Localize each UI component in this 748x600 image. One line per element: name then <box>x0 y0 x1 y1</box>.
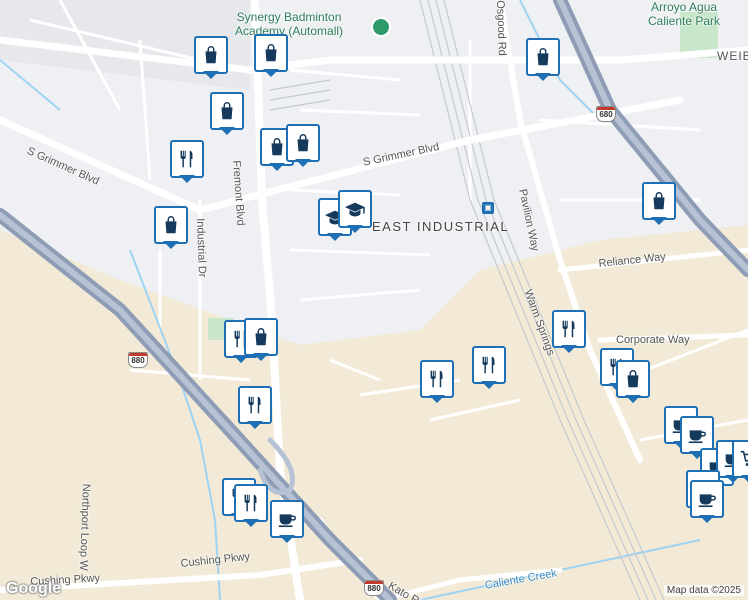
shopping-bag-icon <box>210 92 244 130</box>
marker-pointer <box>429 395 445 403</box>
shopping-bag-icon <box>194 36 228 74</box>
map-attribution: Map data ©2025 <box>663 585 744 596</box>
marker-pointer <box>269 163 285 171</box>
map-marker-shopping-bag[interactable] <box>244 318 278 361</box>
map-marker-restaurant[interactable] <box>472 346 506 389</box>
map-marker-graduation-cap[interactable] <box>338 190 372 233</box>
poi-name-line2: Academy (Automall) <box>235 24 344 38</box>
map-marker-shopping-bag[interactable] <box>286 124 320 167</box>
train-station-icon[interactable]: ▣ <box>482 202 494 214</box>
marker-pointer <box>253 353 269 361</box>
marker-pointer <box>699 515 715 523</box>
marker-pointer <box>219 127 235 135</box>
shield-number: 880 <box>131 356 145 365</box>
coffee-icon <box>690 480 724 518</box>
restaurant-icon <box>472 346 506 384</box>
poi-label-synergy[interactable]: Synergy Badminton Academy (Automall) <box>235 10 343 38</box>
map-canvas[interactable]: S Grimmer Blvd S Grimmer Blvd Fremont Bl… <box>0 0 748 600</box>
map-marker-shopping-bag[interactable] <box>616 360 650 403</box>
marker-pointer <box>295 159 311 167</box>
map-marker-restaurant[interactable] <box>238 386 272 429</box>
marker-pointer <box>179 175 195 183</box>
road-label-weibel: WEIB <box>717 49 748 63</box>
shopping-bag-icon <box>154 206 188 244</box>
park-name-line2: Caliente Park <box>648 14 721 28</box>
marker-pointer <box>327 233 343 241</box>
map-marker-shopping-bag[interactable] <box>154 206 188 249</box>
marker-pointer <box>279 535 295 543</box>
marker-pointer <box>263 69 279 77</box>
road-label-corporate: Corporate Way <box>616 334 690 346</box>
shopping-bag-icon <box>526 38 560 76</box>
shield-number: 880 <box>367 584 381 593</box>
map-marker-shopping-bag[interactable] <box>254 34 288 77</box>
marker-pointer <box>481 381 497 389</box>
map-marker-shopping-cart[interactable] <box>732 440 748 483</box>
shopping-bag-icon <box>254 34 288 72</box>
map-marker-shopping-bag[interactable] <box>642 182 676 225</box>
highway-shield-680: 680 <box>596 106 616 122</box>
map-marker-shopping-bag[interactable] <box>210 92 244 135</box>
marker-pointer <box>561 345 577 353</box>
marker-pointer <box>741 475 748 483</box>
restaurant-icon <box>552 310 586 348</box>
road-label-industrial: Industrial Dr <box>194 218 209 278</box>
map-base-layer <box>0 0 748 600</box>
restaurant-icon <box>170 140 204 178</box>
google-logo: Google <box>6 580 62 597</box>
map-marker-restaurant[interactable] <box>552 310 586 353</box>
highway-shield-880-a: 880 <box>128 352 148 368</box>
poi-name-line1: Synergy Badminton <box>236 10 342 24</box>
road-label-osgood: Osgood Rd <box>494 0 508 57</box>
restaurant-icon <box>234 484 268 522</box>
map-marker-shopping-bag[interactable] <box>194 36 228 79</box>
map-marker-shopping-bag[interactable] <box>526 38 560 81</box>
marker-pointer <box>625 395 641 403</box>
map-marker-restaurant[interactable] <box>170 140 204 183</box>
park-label: Arroyo Agua Caliente Park <box>648 0 720 28</box>
shopping-bag-icon <box>244 318 278 356</box>
shield-number: 680 <box>599 110 613 119</box>
marker-pointer <box>347 225 363 233</box>
marker-pointer <box>651 217 667 225</box>
marker-pointer <box>535 73 551 81</box>
marker-pointer <box>203 71 219 79</box>
map-marker-coffee[interactable] <box>270 500 304 543</box>
shopping-bag-icon <box>642 182 676 220</box>
marker-pointer <box>243 519 259 527</box>
marker-pointer <box>163 241 179 249</box>
graduation-cap-icon <box>338 190 372 228</box>
park-name-line1: Arroyo Agua <box>651 0 718 14</box>
marker-pointer <box>247 421 263 429</box>
coffee-icon <box>270 500 304 538</box>
shopping-bag-icon <box>286 124 320 162</box>
map-marker-coffee[interactable] <box>690 480 724 523</box>
poi-pin-icon[interactable] <box>371 17 391 37</box>
restaurant-icon <box>420 360 454 398</box>
shopping-bag-icon <box>616 360 650 398</box>
restaurant-icon <box>238 386 272 424</box>
highway-shield-880-b: 880 <box>364 580 384 596</box>
shopping-cart-icon <box>732 440 748 478</box>
map-marker-restaurant[interactable] <box>234 484 268 527</box>
map-marker-restaurant[interactable] <box>420 360 454 403</box>
area-label-east-industrial: EAST INDUSTRIAL <box>372 219 510 234</box>
